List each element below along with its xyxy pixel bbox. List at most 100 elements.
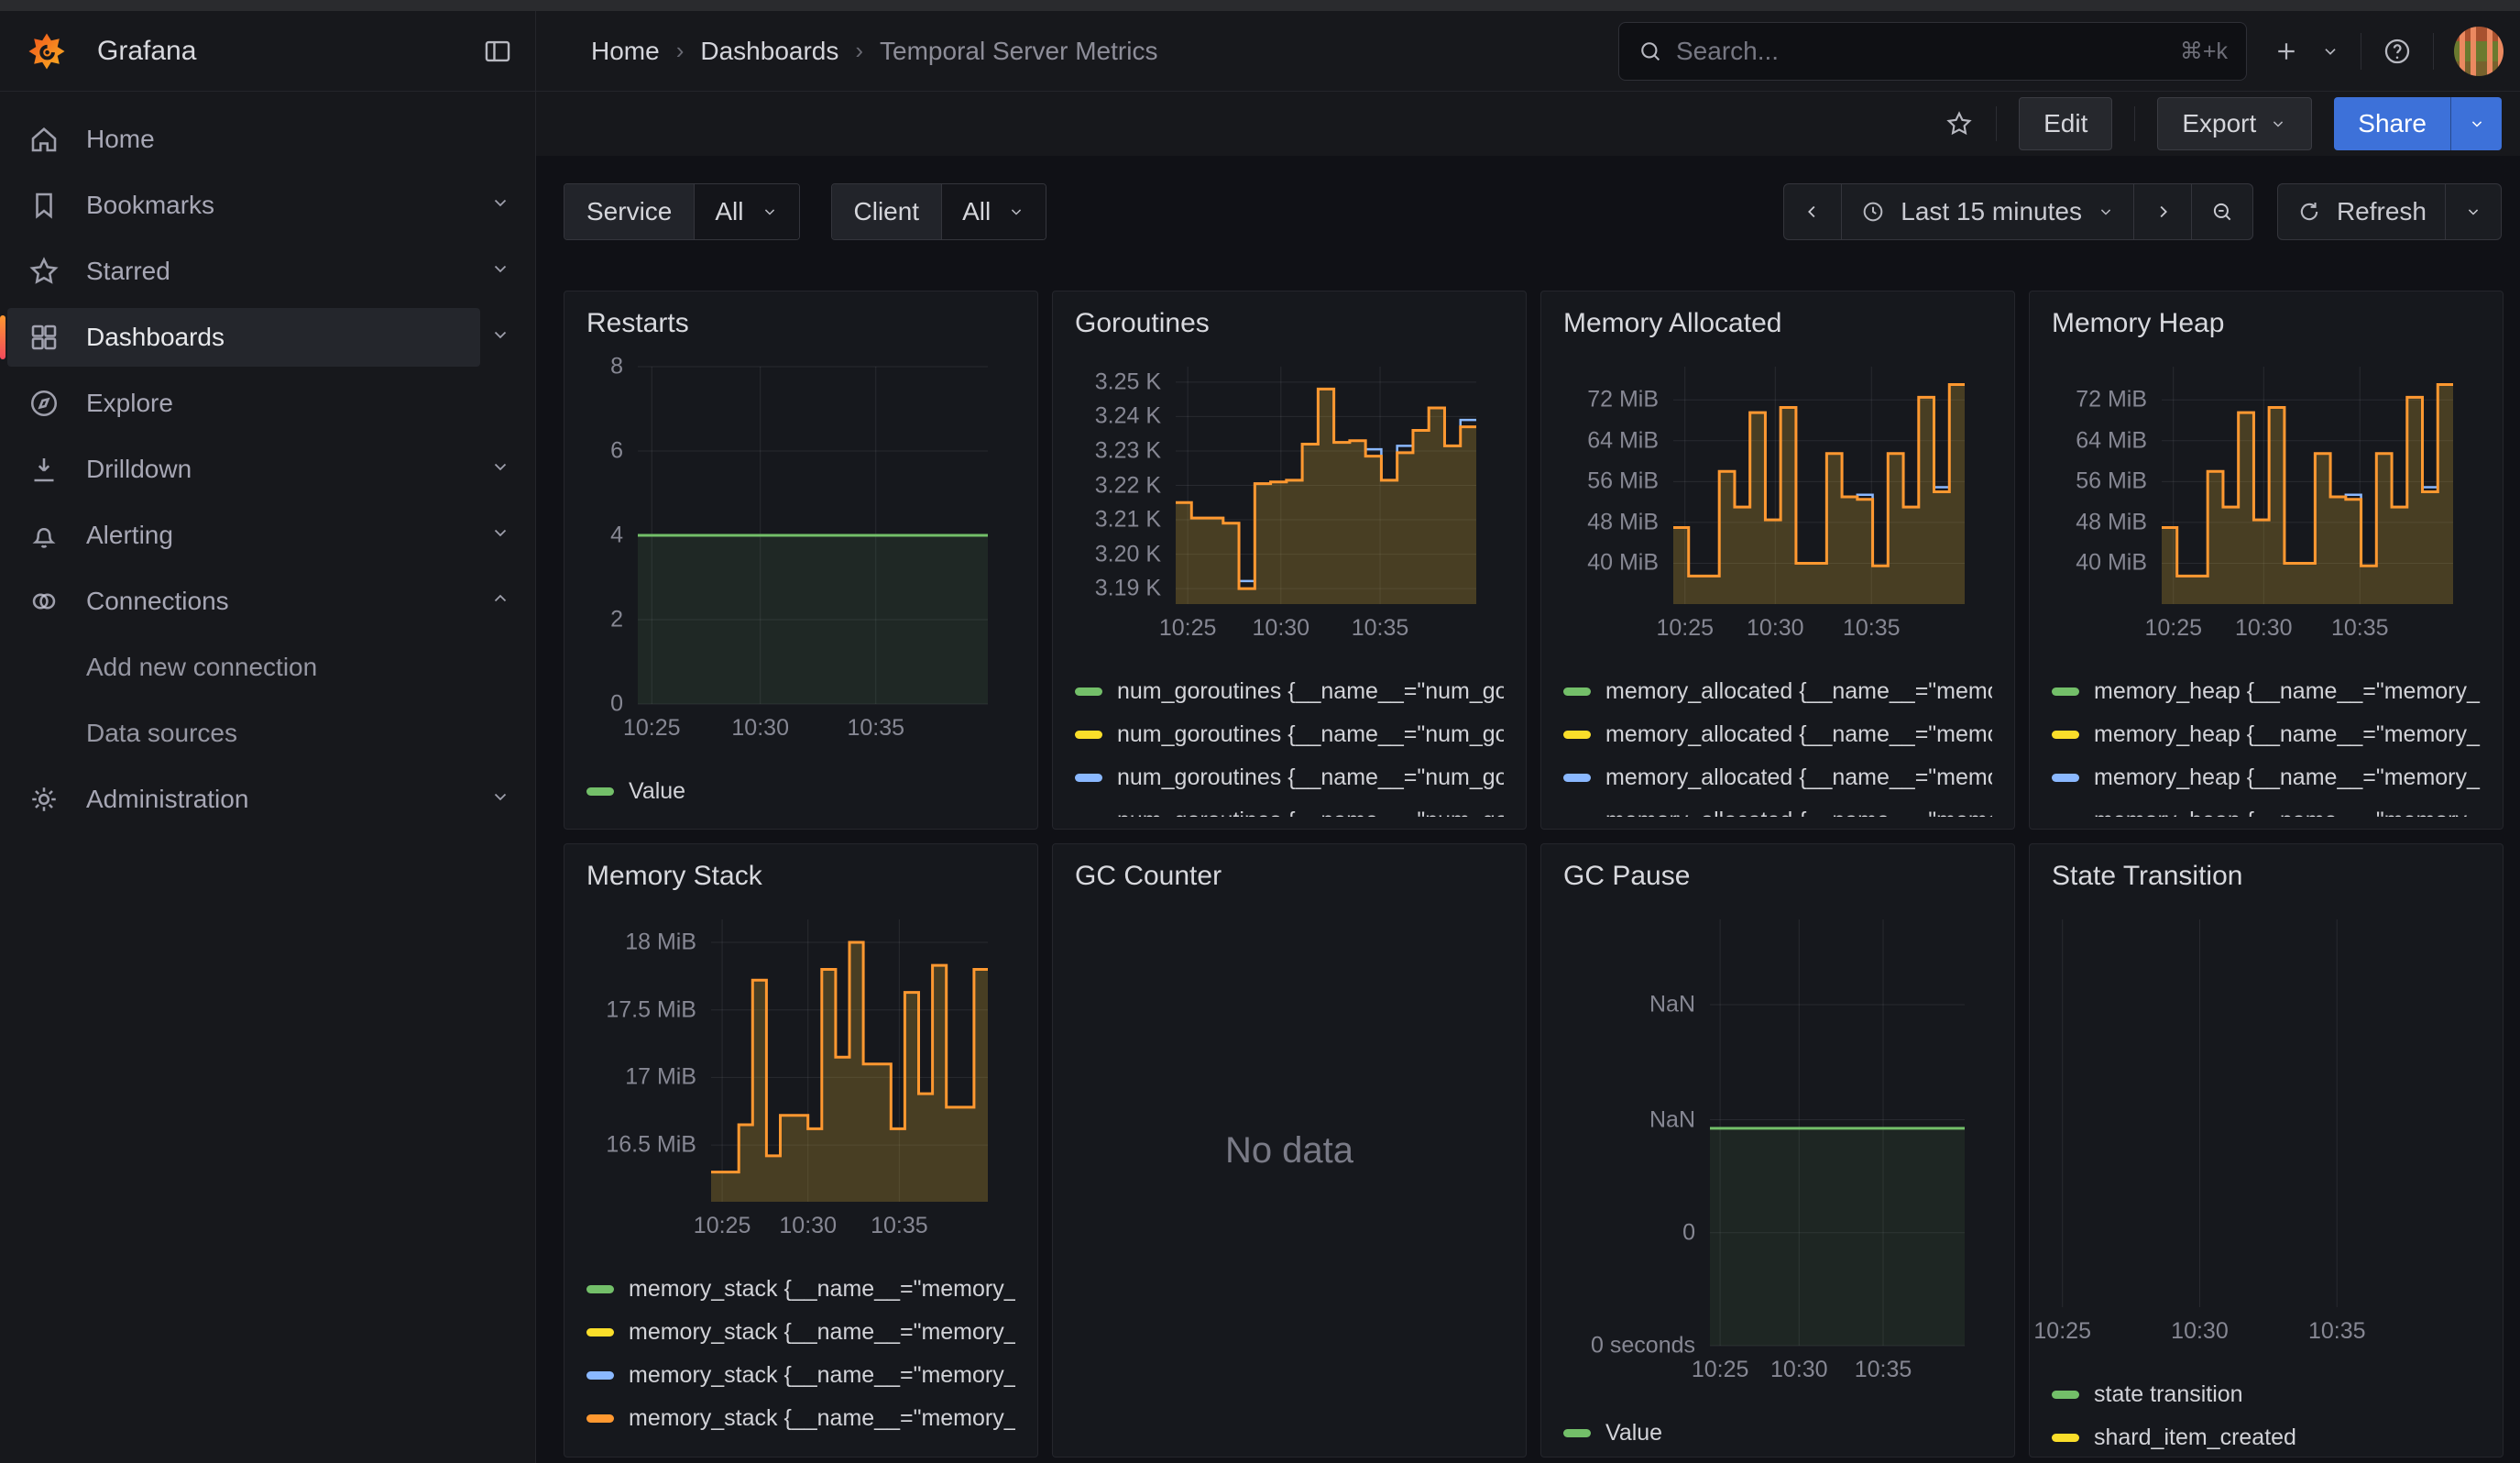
chart-plot-area[interactable]: 8642010:2510:3010:35 xyxy=(638,367,988,704)
client-filter: Client All xyxy=(831,183,1047,240)
client-filter-value[interactable]: All xyxy=(941,184,1046,239)
star-icon[interactable] xyxy=(1945,109,1974,138)
legend-item[interactable]: memory_stack {__name__="memory_s xyxy=(586,1354,1015,1397)
chart-plot-area[interactable]: 3.25 K3.24 K3.23 K3.22 K3.21 K3.20 K3.19… xyxy=(1176,367,1476,604)
chevron-down-icon[interactable] xyxy=(489,257,511,286)
rings-icon xyxy=(27,585,60,618)
legend-item[interactable]: Value xyxy=(586,770,1015,813)
legend-item[interactable]: memory_heap {__name__="memory_h xyxy=(2052,713,2481,756)
grafana-app: Grafana Home › Dashboards › Temporal Ser… xyxy=(0,0,2520,1463)
y-axis-label: 72 MiB xyxy=(2076,387,2162,413)
grafana-logo-icon[interactable] xyxy=(26,30,68,72)
legend-swatch xyxy=(586,1285,614,1293)
legend-item[interactable]: num_goroutines {__name__="num_go xyxy=(1075,713,1504,756)
chart-plot-area[interactable]: 72 MiB64 MiB56 MiB48 MiB40 MiB10:2510:30… xyxy=(1673,367,1965,604)
legend-item[interactable]: num_goroutines {__name__="num_go xyxy=(1075,799,1504,817)
help-icon[interactable] xyxy=(2382,36,2413,67)
chevron-down-icon[interactable] xyxy=(489,455,511,484)
sidebar-item-dashboards[interactable]: Dashboards xyxy=(7,308,480,367)
panel-title[interactable]: Memory Allocated xyxy=(1563,308,1781,338)
legend-label: num_goroutines {__name__="num_go xyxy=(1117,808,1504,817)
refresh-interval-button[interactable] xyxy=(2445,184,2501,239)
search-input[interactable] xyxy=(1676,37,2167,66)
panel-header: State Transition xyxy=(2030,844,2503,897)
y-axis-label: 56 MiB xyxy=(2076,468,2162,495)
legend-item[interactable]: memory_stack {__name__="memory_s xyxy=(586,1268,1015,1311)
chart-plot-area[interactable]: NaNNaN00 seconds10:2510:3010:35 xyxy=(1710,919,1965,1346)
sidebar-item-explore[interactable]: Explore xyxy=(7,374,480,433)
breadcrumb-home[interactable]: Home xyxy=(591,37,660,66)
panel-title[interactable]: Memory Heap xyxy=(2052,308,2224,338)
x-axis-label: 10:25 xyxy=(1692,1357,1749,1383)
sidebar-item-add-new-connection[interactable]: Add new connection xyxy=(7,638,480,697)
chevron-down-icon[interactable] xyxy=(2320,41,2340,61)
x-axis-label: 10:30 xyxy=(2171,1318,2229,1345)
sidebar-item-bookmarks[interactable]: Bookmarks xyxy=(7,176,480,235)
sidebar-item-data-sources[interactable]: Data sources xyxy=(7,704,480,763)
panel-header: GC Pause xyxy=(1541,844,2014,897)
time-range-button[interactable]: Last 15 minutes xyxy=(1841,184,2133,239)
panel-title[interactable]: State Transition xyxy=(2052,861,2242,891)
zoom-out-button[interactable] xyxy=(2191,184,2252,239)
sidebar-item-drilldown[interactable]: Drilldown xyxy=(7,440,480,499)
chart-plot-area[interactable]: 10:2510:3010:35 xyxy=(2052,919,2481,1307)
search-box[interactable]: ⌘+k xyxy=(1618,22,2247,81)
legend-item[interactable]: memory_heap {__name__="memory_h xyxy=(2052,670,2481,713)
legend-item[interactable]: memory_heap {__name__="memory_h xyxy=(2052,799,2481,817)
panel-header: Goroutines xyxy=(1053,292,1526,345)
legend-item[interactable]: memory_stack {__name__="memory_s xyxy=(586,1311,1015,1354)
service-filter-value[interactable]: All xyxy=(694,184,798,239)
legend-item[interactable]: memory_allocated {__name__="memo xyxy=(1563,756,1992,799)
y-axis-label: 64 MiB xyxy=(1587,427,1673,454)
add-icon[interactable] xyxy=(2273,38,2300,65)
home-icon xyxy=(27,123,60,156)
panel-title[interactable]: Restarts xyxy=(586,308,689,338)
chevron-down-icon[interactable] xyxy=(489,521,511,550)
share-dropdown-button[interactable] xyxy=(2450,97,2502,150)
legend-item[interactable]: memory_allocated {__name__="memo xyxy=(1563,799,1992,817)
y-axis-label: 8 xyxy=(610,354,638,380)
legend-item[interactable]: state transition xyxy=(2052,1373,2481,1416)
legend-item[interactable]: shard_item_created xyxy=(2052,1416,2481,1458)
legend-item[interactable]: memory_heap {__name__="memory_h xyxy=(2052,756,2481,799)
sidebar-item-alerting[interactable]: Alerting xyxy=(7,506,480,565)
refresh-button[interactable]: Refresh xyxy=(2278,184,2445,239)
time-back-button[interactable] xyxy=(1784,184,1841,239)
panel-title[interactable]: Memory Stack xyxy=(586,861,762,891)
legend-item[interactable]: num_goroutines {__name__="num_go xyxy=(1075,756,1504,799)
breadcrumb-dashboards[interactable]: Dashboards xyxy=(700,37,838,66)
breadcrumb-current: Temporal Server Metrics xyxy=(880,37,1157,66)
export-button[interactable]: Export xyxy=(2157,97,2312,150)
sidebar-item-administration[interactable]: Administration xyxy=(7,770,480,829)
refresh-group: Refresh xyxy=(2277,183,2502,240)
main-content: Edit Export Share Serv xyxy=(536,92,2520,1463)
legend-item[interactable]: memory_allocated {__name__="memo xyxy=(1563,670,1992,713)
navbar-actions xyxy=(2273,27,2504,76)
y-axis-label: 0 xyxy=(1682,1219,1710,1246)
chevron-up-icon[interactable] xyxy=(489,587,511,616)
legend-label: memory_allocated {__name__="memo xyxy=(1605,678,1992,705)
sidebar-item-starred[interactable]: Starred xyxy=(7,242,480,301)
legend-swatch xyxy=(1563,688,1591,696)
legend-item[interactable]: num_goroutines {__name__="num_go xyxy=(1075,670,1504,713)
sidebar-item-home[interactable]: Home xyxy=(7,110,480,169)
sidebar-toggle-icon[interactable] xyxy=(482,36,513,67)
share-button[interactable]: Share xyxy=(2334,97,2450,150)
avatar[interactable] xyxy=(2454,27,2504,76)
chevron-down-icon[interactable] xyxy=(489,785,511,814)
dashboard-toolbar: Edit Export Share xyxy=(536,92,2520,156)
chevron-down-icon[interactable] xyxy=(489,323,511,352)
chart-plot-area[interactable]: 72 MiB64 MiB56 MiB48 MiB40 MiB10:2510:30… xyxy=(2162,367,2453,604)
legend-item[interactable]: memory_allocated {__name__="memo xyxy=(1563,713,1992,756)
panel-title[interactable]: GC Pause xyxy=(1563,861,1690,891)
chart-plot-area[interactable]: 18 MiB17.5 MiB17 MiB16.5 MiB10:2510:3010… xyxy=(711,919,988,1202)
legend-item[interactable]: memory_stack {__name__="memory_s xyxy=(586,1397,1015,1440)
time-forward-button[interactable] xyxy=(2133,184,2191,239)
legend-swatch xyxy=(1563,731,1591,739)
sidebar-item-connections[interactable]: Connections xyxy=(7,572,480,631)
chevron-down-icon[interactable] xyxy=(489,191,511,220)
panel-header: Memory Allocated xyxy=(1541,292,2014,345)
legend-item[interactable]: Value xyxy=(1563,1412,1992,1455)
panel-title[interactable]: Goroutines xyxy=(1075,308,1210,338)
edit-button[interactable]: Edit xyxy=(2019,97,2112,150)
